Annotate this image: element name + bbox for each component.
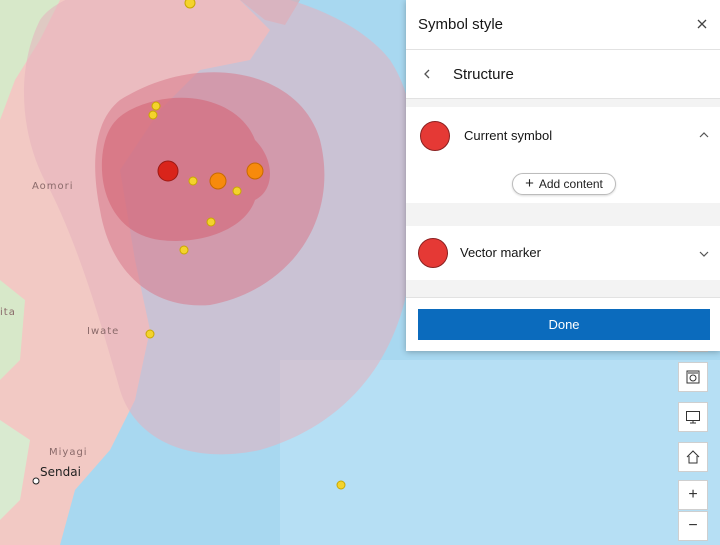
marker-yellow [148, 110, 158, 120]
chevron-up-icon[interactable] [698, 129, 710, 141]
add-content-label: Add content [538, 177, 603, 191]
vector-marker-swatch[interactable] [418, 238, 448, 268]
monitor-icon [686, 411, 700, 424]
marker-yellow [206, 217, 216, 227]
region-label-ita: ita [0, 307, 16, 318]
region-label-miyagi: Miyagi [49, 447, 88, 458]
current-symbol-label[interactable]: Current symbol [464, 128, 552, 143]
zoom-out-icon: − [688, 517, 698, 534]
vector-marker-section: Vector marker [406, 226, 720, 280]
zoom-in-icon: + [688, 486, 698, 503]
basemap-gallery-button[interactable] [678, 362, 708, 392]
panel-header: Symbol style [406, 0, 720, 50]
panel-footer: Done [406, 297, 720, 351]
symbol-style-panel: Symbol style Structure Current symbol + … [406, 0, 720, 351]
city-label-sendai: Sendai [40, 465, 81, 479]
region-label-aomori: Aomori [32, 181, 74, 192]
marker-orange [246, 162, 264, 180]
chevron-left-icon[interactable] [420, 67, 434, 81]
marker-red [157, 160, 179, 182]
current-symbol-swatch[interactable] [420, 121, 450, 151]
plus-icon: + [525, 175, 534, 192]
zoom-out-button[interactable]: − [678, 511, 708, 541]
screen-button[interactable] [678, 402, 708, 432]
marker-orange [209, 172, 227, 190]
marker-yellow [179, 245, 189, 255]
zoom-in-button[interactable]: + [678, 480, 708, 510]
subheader-title: Structure [453, 66, 514, 83]
home-button[interactable] [678, 442, 708, 472]
marker-yellow [336, 480, 346, 490]
region-label-iwate: Iwate [87, 326, 120, 337]
city-dot-sendai [32, 477, 40, 485]
add-content-button[interactable]: + Add content [512, 173, 616, 195]
marker-yellow [188, 176, 198, 186]
done-button[interactable]: Done [418, 309, 710, 340]
marker-yellow [145, 329, 155, 339]
home-icon [686, 450, 700, 464]
marker-yellow [151, 101, 161, 111]
marker-yellow [184, 0, 196, 9]
chevron-down-icon[interactable] [698, 248, 710, 260]
basemap-icon [686, 370, 700, 384]
vector-marker-label[interactable]: Vector marker [460, 245, 541, 260]
marker-yellow [232, 186, 242, 196]
panel-title: Symbol style [418, 16, 504, 33]
close-icon[interactable] [694, 16, 710, 32]
panel-subheader: Structure [406, 50, 720, 99]
current-symbol-section: Current symbol + Add content [406, 107, 720, 203]
